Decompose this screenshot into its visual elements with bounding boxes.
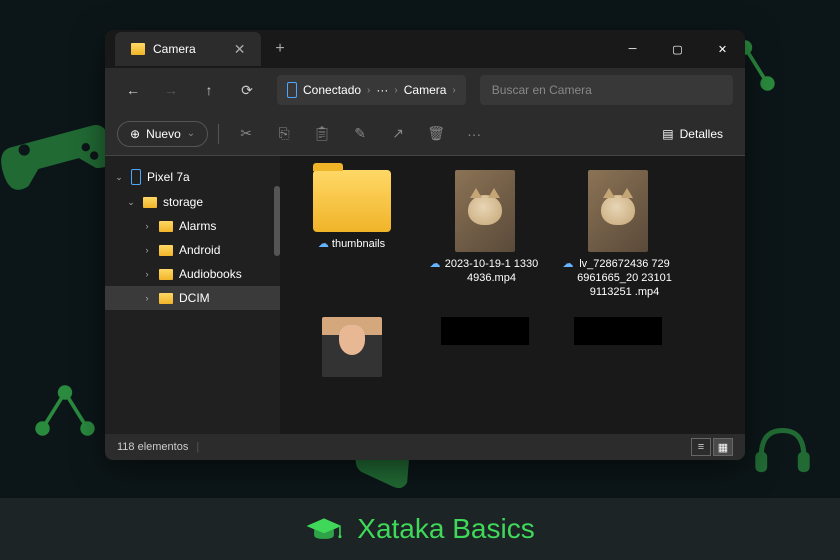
chevron-right-icon[interactable]: › [141,269,153,279]
file-item-partial[interactable] [427,317,542,377]
image-thumbnail [322,317,382,377]
video-thumbnail [455,170,515,252]
chevron-down-icon: ⌄ [187,128,195,139]
navigation-bar: ← → ↑ ⟳ Conectado › ··· › Camera › Busca… [105,68,745,112]
folder-thumbnails[interactable]: ☁ thumbnails [294,170,409,299]
file-video-2[interactable]: ☁ lv_728672436 7296961665_20 23101911325… [560,170,675,299]
titlebar: Camera ✕ + ─ ▢ ✕ [105,30,745,68]
new-button[interactable]: ⊕ Nuevo ⌄ [117,121,208,147]
chevron-right-icon[interactable]: › [141,221,153,231]
chevron-right-icon[interactable]: › [141,293,153,303]
new-tab-button[interactable]: + [261,40,298,58]
file-explorer-window: Camera ✕ + ─ ▢ ✕ ← → ↑ ⟳ Conectado › ···… [105,30,745,460]
breadcrumb[interactable]: Conectado › ··· › Camera › [277,75,466,105]
share-button[interactable]: ↗ [381,117,415,151]
footer-brand: Xataka Basics [357,513,534,545]
cloud-icon: ☁ [563,258,574,272]
chevron-right-icon: › [367,85,370,96]
footer-banner: Xataka Basics [0,498,840,560]
details-icon: ▤ [662,127,673,141]
new-label: Nuevo [146,127,181,141]
chevron-right-icon[interactable]: › [141,245,153,255]
file-grid[interactable]: ☁ thumbnails ☁ 2023-10-19-1 13304936.mp4… [280,156,745,434]
divider: | [196,441,199,453]
sidebar-tree: ⌄ Pixel 7a ⌄ storage › Alarms › Android … [105,156,280,434]
tree-label: Alarms [179,219,216,233]
tab-title: Camera [153,42,196,56]
content-area: ⌄ Pixel 7a ⌄ storage › Alarms › Android … [105,156,745,434]
file-item-partial[interactable] [294,317,409,377]
tree-item-audiobooks[interactable]: › Audiobooks [105,262,280,286]
tree-item-android[interactable]: › Android [105,238,280,262]
minimize-button[interactable]: ─ [610,30,655,68]
grid-view-button[interactable]: ▦ [713,438,733,456]
chevron-right-icon: › [452,85,455,96]
breadcrumb-root[interactable]: Conectado [303,83,361,97]
breadcrumb-ellipsis[interactable]: ··· [376,83,388,97]
tree-item-dcim[interactable]: › DCIM [105,286,280,310]
phone-icon [131,169,141,185]
image-thumbnail [574,317,662,345]
tab-camera[interactable]: Camera ✕ [115,32,261,66]
graduation-cap-icon [305,515,343,543]
cut-button[interactable]: ✂ [229,117,263,151]
tree-label: Pixel 7a [147,170,190,184]
file-label: ☁ thumbnails [318,238,385,252]
delete-button[interactable]: 🗑︎ [419,117,453,151]
list-view-button[interactable]: ≡ [691,438,711,456]
phone-icon [287,82,297,98]
file-label: ☁ lv_728672436 7296961665_20 23101911325… [563,258,673,299]
sidebar-scrollbar[interactable] [274,186,280,256]
tree-item-alarms[interactable]: › Alarms [105,214,280,238]
statusbar: 118 elementos | ≡ ▦ [105,434,745,460]
cloud-icon: ☁ [318,238,329,252]
folder-icon [159,293,173,304]
tree-label: storage [163,195,203,209]
window-controls: ─ ▢ ✕ [610,30,745,68]
forward-button[interactable]: → [155,74,187,106]
breadcrumb-current[interactable]: Camera [404,83,447,97]
chevron-right-icon: › [394,85,397,96]
tree-item-storage[interactable]: ⌄ storage [105,190,280,214]
close-tab-icon[interactable]: ✕ [234,41,246,58]
rename-button[interactable]: ✎ [343,117,377,151]
video-thumbnail [588,170,648,252]
divider [218,124,219,144]
headphones-icon [740,405,825,490]
file-video-1[interactable]: ☁ 2023-10-19-1 13304936.mp4 [427,170,542,299]
search-input[interactable]: Buscar en Camera [480,75,733,105]
file-item-partial[interactable] [560,317,675,377]
folder-icon [159,269,173,280]
chevron-down-icon[interactable]: ⌄ [113,172,125,183]
image-thumbnail [441,317,529,345]
back-button[interactable]: ← [117,74,149,106]
folder-icon [131,43,145,55]
folder-icon [143,197,157,208]
more-button[interactable]: ··· [457,117,491,151]
network-icon-2 [20,370,110,460]
chevron-down-icon[interactable]: ⌄ [125,197,137,208]
cloud-icon: ☁ [430,258,441,272]
folder-icon [159,221,173,232]
toolbar: ⊕ Nuevo ⌄ ✂ ⎘ 📋︎ ✎ ↗ 🗑︎ ··· ▤ Detalles [105,112,745,156]
close-button[interactable]: ✕ [700,30,745,68]
copy-button[interactable]: ⎘ [267,117,301,151]
item-count: 118 elementos [117,441,188,453]
refresh-button[interactable]: ⟳ [231,74,263,106]
tree-label: Audiobooks [179,267,242,281]
folder-icon [313,170,391,232]
plus-icon: ⊕ [130,127,140,141]
file-label: ☁ 2023-10-19-1 13304936.mp4 [430,258,540,286]
details-button[interactable]: ▤ Detalles [652,122,733,146]
details-label: Detalles [680,127,723,141]
tree-label: DCIM [179,291,210,305]
up-button[interactable]: ↑ [193,74,225,106]
tree-label: Android [179,243,220,257]
folder-icon [159,245,173,256]
view-toggles: ≡ ▦ [691,438,733,456]
maximize-button[interactable]: ▢ [655,30,700,68]
paste-button[interactable]: 📋︎ [305,117,339,151]
tree-item-pixel7a[interactable]: ⌄ Pixel 7a [105,164,280,190]
search-placeholder: Buscar en Camera [492,83,592,97]
